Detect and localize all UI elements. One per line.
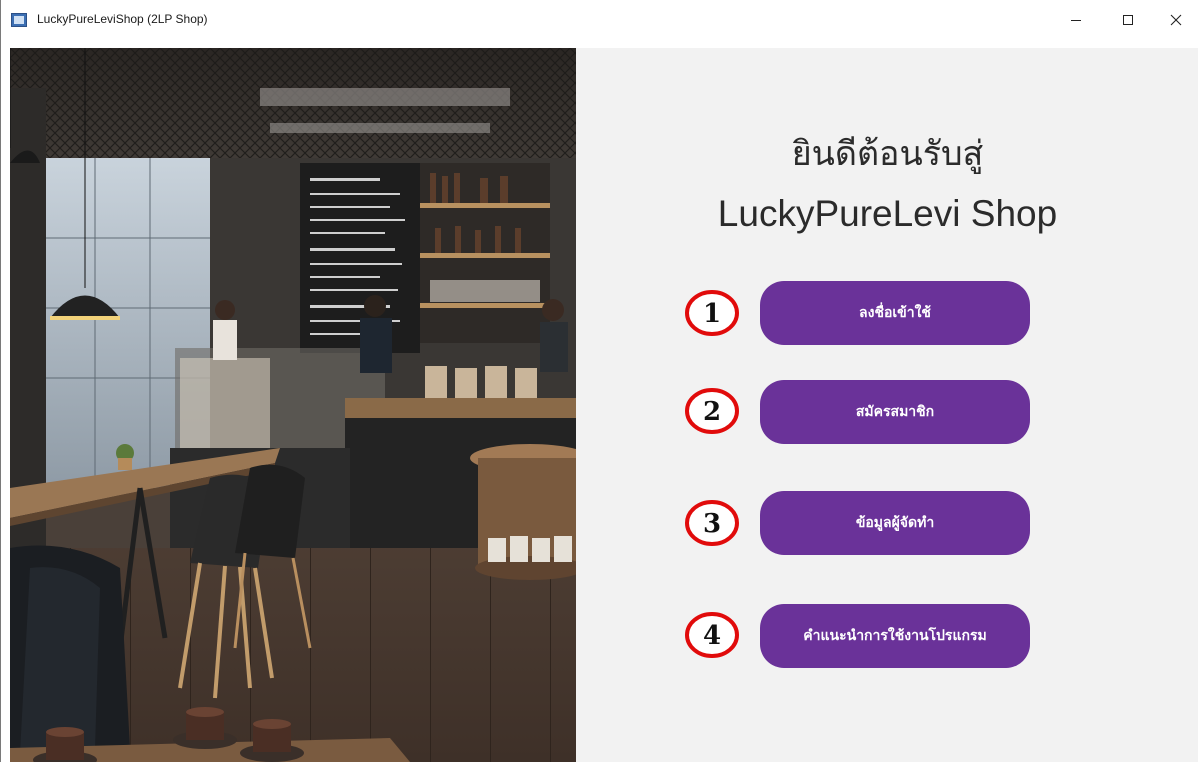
close-button[interactable] xyxy=(1153,0,1198,40)
window-title: LuckyPureLeviShop (2LP Shop) xyxy=(37,12,208,26)
welcome-panel: ยินดีต้อนรับสู่ LuckyPureLevi Shop 1 ลงช… xyxy=(576,48,1198,762)
number-badge-3: 3 xyxy=(684,498,740,548)
cafe-interior-image xyxy=(10,48,576,762)
number-badge-2: 2 xyxy=(684,386,740,436)
minimize-button[interactable] xyxy=(1053,0,1099,40)
title-bar[interactable]: LuckyPureLeviShop (2LP Shop) xyxy=(1,0,1198,40)
minimize-icon xyxy=(1071,20,1081,21)
number-badge-4-label: 4 xyxy=(703,621,721,651)
app-icon xyxy=(11,13,27,27)
cafe-photo xyxy=(10,48,576,762)
welcome-heading: ยินดีต้อนรับสู่ xyxy=(791,135,984,173)
app-window: LuckyPureLeviShop (2LP Shop) ยินดีต้อนรั… xyxy=(0,0,1198,762)
number-badge-1: 1 xyxy=(684,288,740,338)
login-button[interactable]: ลงชื่อเข้าใช้ xyxy=(760,281,1030,345)
shop-name-heading: LuckyPureLevi Shop xyxy=(717,193,1058,234)
number-badge-3-label: 3 xyxy=(703,509,721,539)
about-developers-button[interactable]: ข้อมูลผู้จัดทำ xyxy=(760,491,1030,555)
number-badge-1-label: 1 xyxy=(703,299,721,329)
maximize-button[interactable] xyxy=(1105,0,1151,40)
register-button[interactable]: สมัครสมาชิก xyxy=(760,380,1030,444)
number-badge-2-label: 2 xyxy=(703,397,721,427)
number-badge-4: 4 xyxy=(684,610,740,660)
user-guide-button[interactable]: คำแนะนำการใช้งานโปรแกรม xyxy=(760,604,1030,668)
close-icon xyxy=(1170,14,1182,26)
maximize-icon xyxy=(1123,15,1133,25)
